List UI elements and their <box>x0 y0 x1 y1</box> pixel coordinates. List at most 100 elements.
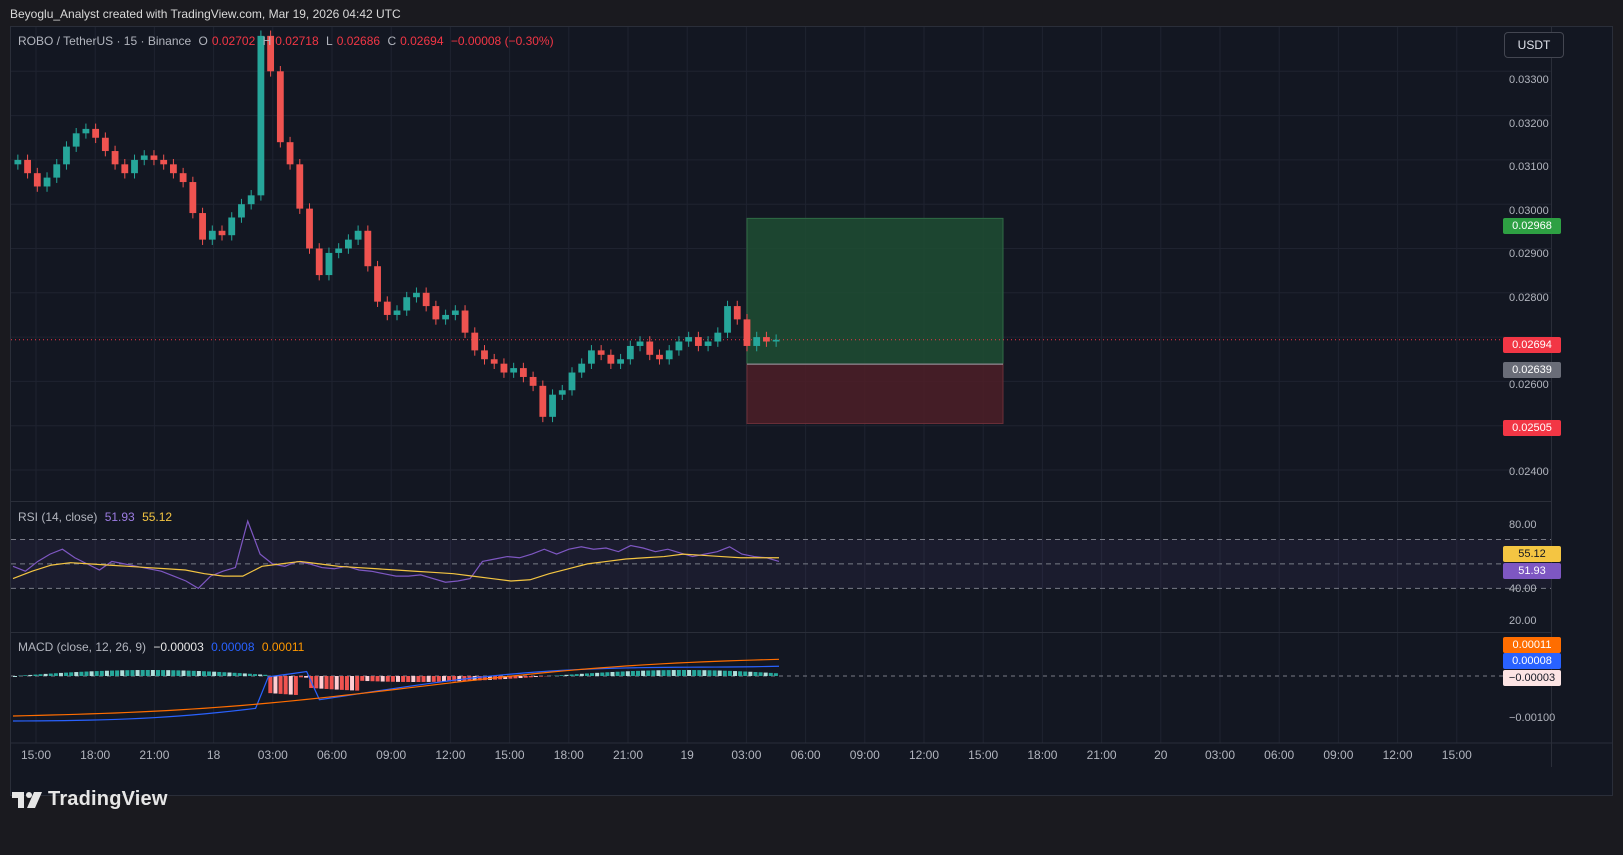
open-label: O <box>198 34 208 48</box>
macd-line-badge: 0.00008 <box>1503 653 1561 669</box>
macd-histogram-bar <box>426 676 431 682</box>
macd-histogram-bar <box>69 672 74 676</box>
candle-body <box>694 337 702 346</box>
macd-histogram-bar <box>145 670 150 676</box>
time-tick: 12:00 <box>435 748 466 762</box>
time-tick: 21:00 <box>139 748 170 762</box>
candle-body <box>354 230 362 240</box>
macd-histogram-bar <box>304 676 309 678</box>
macd-hist-value: −0.00003 <box>153 640 204 654</box>
candle-body <box>189 182 197 214</box>
candle-body <box>519 368 527 377</box>
macd-histogram-bar <box>738 671 743 676</box>
position-zones <box>11 217 1551 424</box>
macd-histogram-bar <box>538 676 543 677</box>
candle-body <box>588 350 595 364</box>
candle-body <box>364 230 372 267</box>
candle-body <box>92 128 100 138</box>
time-tick: 15:00 <box>968 748 999 762</box>
macd-histogram-bar <box>48 673 53 676</box>
chart-frame[interactable]: ROBO / TetherUS · 15 · Binance O 0.02702 … <box>10 26 1613 796</box>
rsi-ma-value: 55.12 <box>142 510 173 524</box>
macd-histogram-bar <box>518 676 523 679</box>
candle-body <box>413 292 420 298</box>
rsi-ma-badge: 55.12 <box>1503 546 1561 562</box>
time-tick: 12:00 <box>908 748 940 762</box>
candle-body <box>607 354 615 364</box>
candle-body <box>140 155 148 160</box>
candle-body <box>228 217 236 236</box>
macd-histogram-bar <box>130 670 135 676</box>
time-tick: 18:00 <box>553 748 584 762</box>
candle-body <box>665 350 673 360</box>
candle-body <box>33 173 41 187</box>
macd-histogram-bar <box>253 674 258 676</box>
time-tick: 18 <box>206 748 221 762</box>
macd-histogram-bar <box>370 676 375 682</box>
price-tick: 0.03000 <box>1509 205 1549 217</box>
macd-histogram-bar <box>610 671 615 676</box>
open-value: 0.02702 <box>211 34 256 48</box>
macd-histogram-bar <box>712 670 717 676</box>
macd-histogram-bar <box>53 673 58 676</box>
macd-histogram-bar <box>584 673 589 676</box>
macd-histogram-bar <box>636 670 641 676</box>
candle-body <box>724 306 731 333</box>
macd-signal-value: 0.00011 <box>261 640 305 654</box>
candle-body <box>257 35 265 196</box>
macd-histogram-bar <box>646 670 651 676</box>
macd-histogram-bar <box>773 673 778 676</box>
macd-histogram-bar <box>89 671 94 676</box>
macd-histogram-bar <box>79 671 84 676</box>
rsi-pane <box>11 519 1551 590</box>
macd-legend[interactable]: MACD (close, 12, 26, 9) −0.00003 0.00008… <box>18 640 308 654</box>
candle-body <box>63 146 70 165</box>
macd-histogram-bar <box>641 670 646 676</box>
candle-body <box>733 306 741 320</box>
macd-histogram-bar <box>753 672 758 676</box>
time-tick: 03:00 <box>1204 748 1236 762</box>
macd-histogram-bar <box>533 676 538 677</box>
macd-histogram-bar <box>314 676 319 689</box>
chart-canvas[interactable] <box>11 27 1612 795</box>
macd-histogram-bar <box>651 670 656 676</box>
rsi-legend[interactable]: RSI (14, close) 51.93 55.12 <box>18 510 176 524</box>
price-tick: 0.02800 <box>1509 292 1549 304</box>
candle-body <box>170 164 177 174</box>
macd-histogram-bar <box>140 670 145 676</box>
candle-body <box>753 337 761 346</box>
macd-histogram-bar <box>385 676 390 682</box>
macd-tick: −0.00100 <box>1509 712 1556 724</box>
currency-button[interactable]: USDT <box>1504 32 1564 58</box>
time-tick: 06:00 <box>1264 748 1295 762</box>
macd-histogram-bar <box>656 670 661 676</box>
macd-histogram-bar <box>94 671 99 676</box>
macd-histogram-bar <box>365 676 370 682</box>
macd-histogram-bar <box>222 672 227 676</box>
macd-histogram-bar <box>125 670 130 676</box>
candle-body <box>82 128 90 134</box>
tradingview-logo-icon <box>12 791 42 808</box>
rsi-value: 51.93 <box>104 510 135 524</box>
macd-line-value: 0.00008 <box>211 640 255 654</box>
macd-histogram-bar <box>401 676 406 682</box>
macd-histogram-bar <box>135 670 140 676</box>
symbol-legend[interactable]: ROBO / TetherUS · 15 · Binance O 0.02702 … <box>18 34 558 48</box>
pane-separator-macd[interactable] <box>11 632 1551 633</box>
macd-histogram-bar <box>416 676 421 682</box>
candle-body <box>704 341 712 346</box>
candle-body <box>772 339 780 342</box>
tradingview-logo[interactable]: TradingView <box>12 788 168 811</box>
rsi-tick: 20.00 <box>1509 615 1537 627</box>
time-tick: 09:00 <box>376 748 407 762</box>
macd-histogram-bar <box>748 671 753 676</box>
macd-histogram-bar <box>671 670 676 676</box>
macd-histogram-bar <box>171 670 176 676</box>
macd-histogram-bar <box>421 676 426 682</box>
symbol-name[interactable]: ROBO / TetherUS · 15 · Binance <box>18 34 191 48</box>
macd-histogram-bar <box>288 676 293 695</box>
pane-separator-rsi[interactable] <box>11 501 1551 502</box>
stop-zone <box>746 363 1004 424</box>
candle-body <box>121 164 129 174</box>
time-tick: 09:00 <box>1323 748 1354 762</box>
